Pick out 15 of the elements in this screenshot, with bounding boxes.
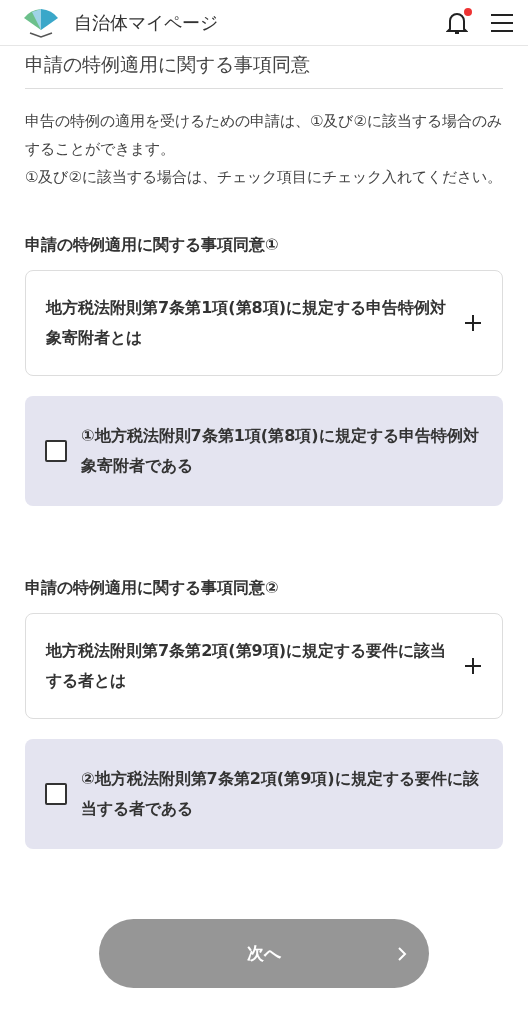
- checkbox-icon[interactable]: [45, 440, 67, 462]
- agreement-checkbox[interactable]: ①地方税法附則7条第1項(第8項)に規定する申告特例対象寄附者である: [25, 396, 503, 506]
- intro-text: 申告の特例の適用を受けるための申請は、①及び②に該当する場合のみすることができます。 ①及び②に該当する場合は、チェック項目にチェック入れてください。: [25, 111, 503, 188]
- section-heading: 申請の特例適用に関する事項同意①: [25, 235, 280, 256]
- agreement-checkbox[interactable]: ②地方税法附則第7条第2項(第9項)に規定する要件に該当する者である: [25, 739, 503, 849]
- chevron-right-icon: [397, 945, 407, 962]
- accordion-header[interactable]: 地方税法附則第7条第2項(第9項)に規定する要件に該当する者とは: [25, 613, 503, 719]
- app-title: 自治体マイページ: [74, 10, 219, 35]
- section-heading: 申請の特例適用に関する事項同意②: [25, 578, 280, 599]
- menu-button[interactable]: [490, 12, 514, 33]
- plus-icon: [464, 314, 482, 332]
- checkbox-icon[interactable]: [45, 783, 67, 805]
- page-title: 申請の特例適用に関する事項同意: [25, 46, 503, 89]
- accordion-header[interactable]: 地方税法附則第7条第1項(第8項)に規定する申告特例対象寄附者とは: [25, 270, 503, 376]
- plus-icon: [464, 657, 482, 675]
